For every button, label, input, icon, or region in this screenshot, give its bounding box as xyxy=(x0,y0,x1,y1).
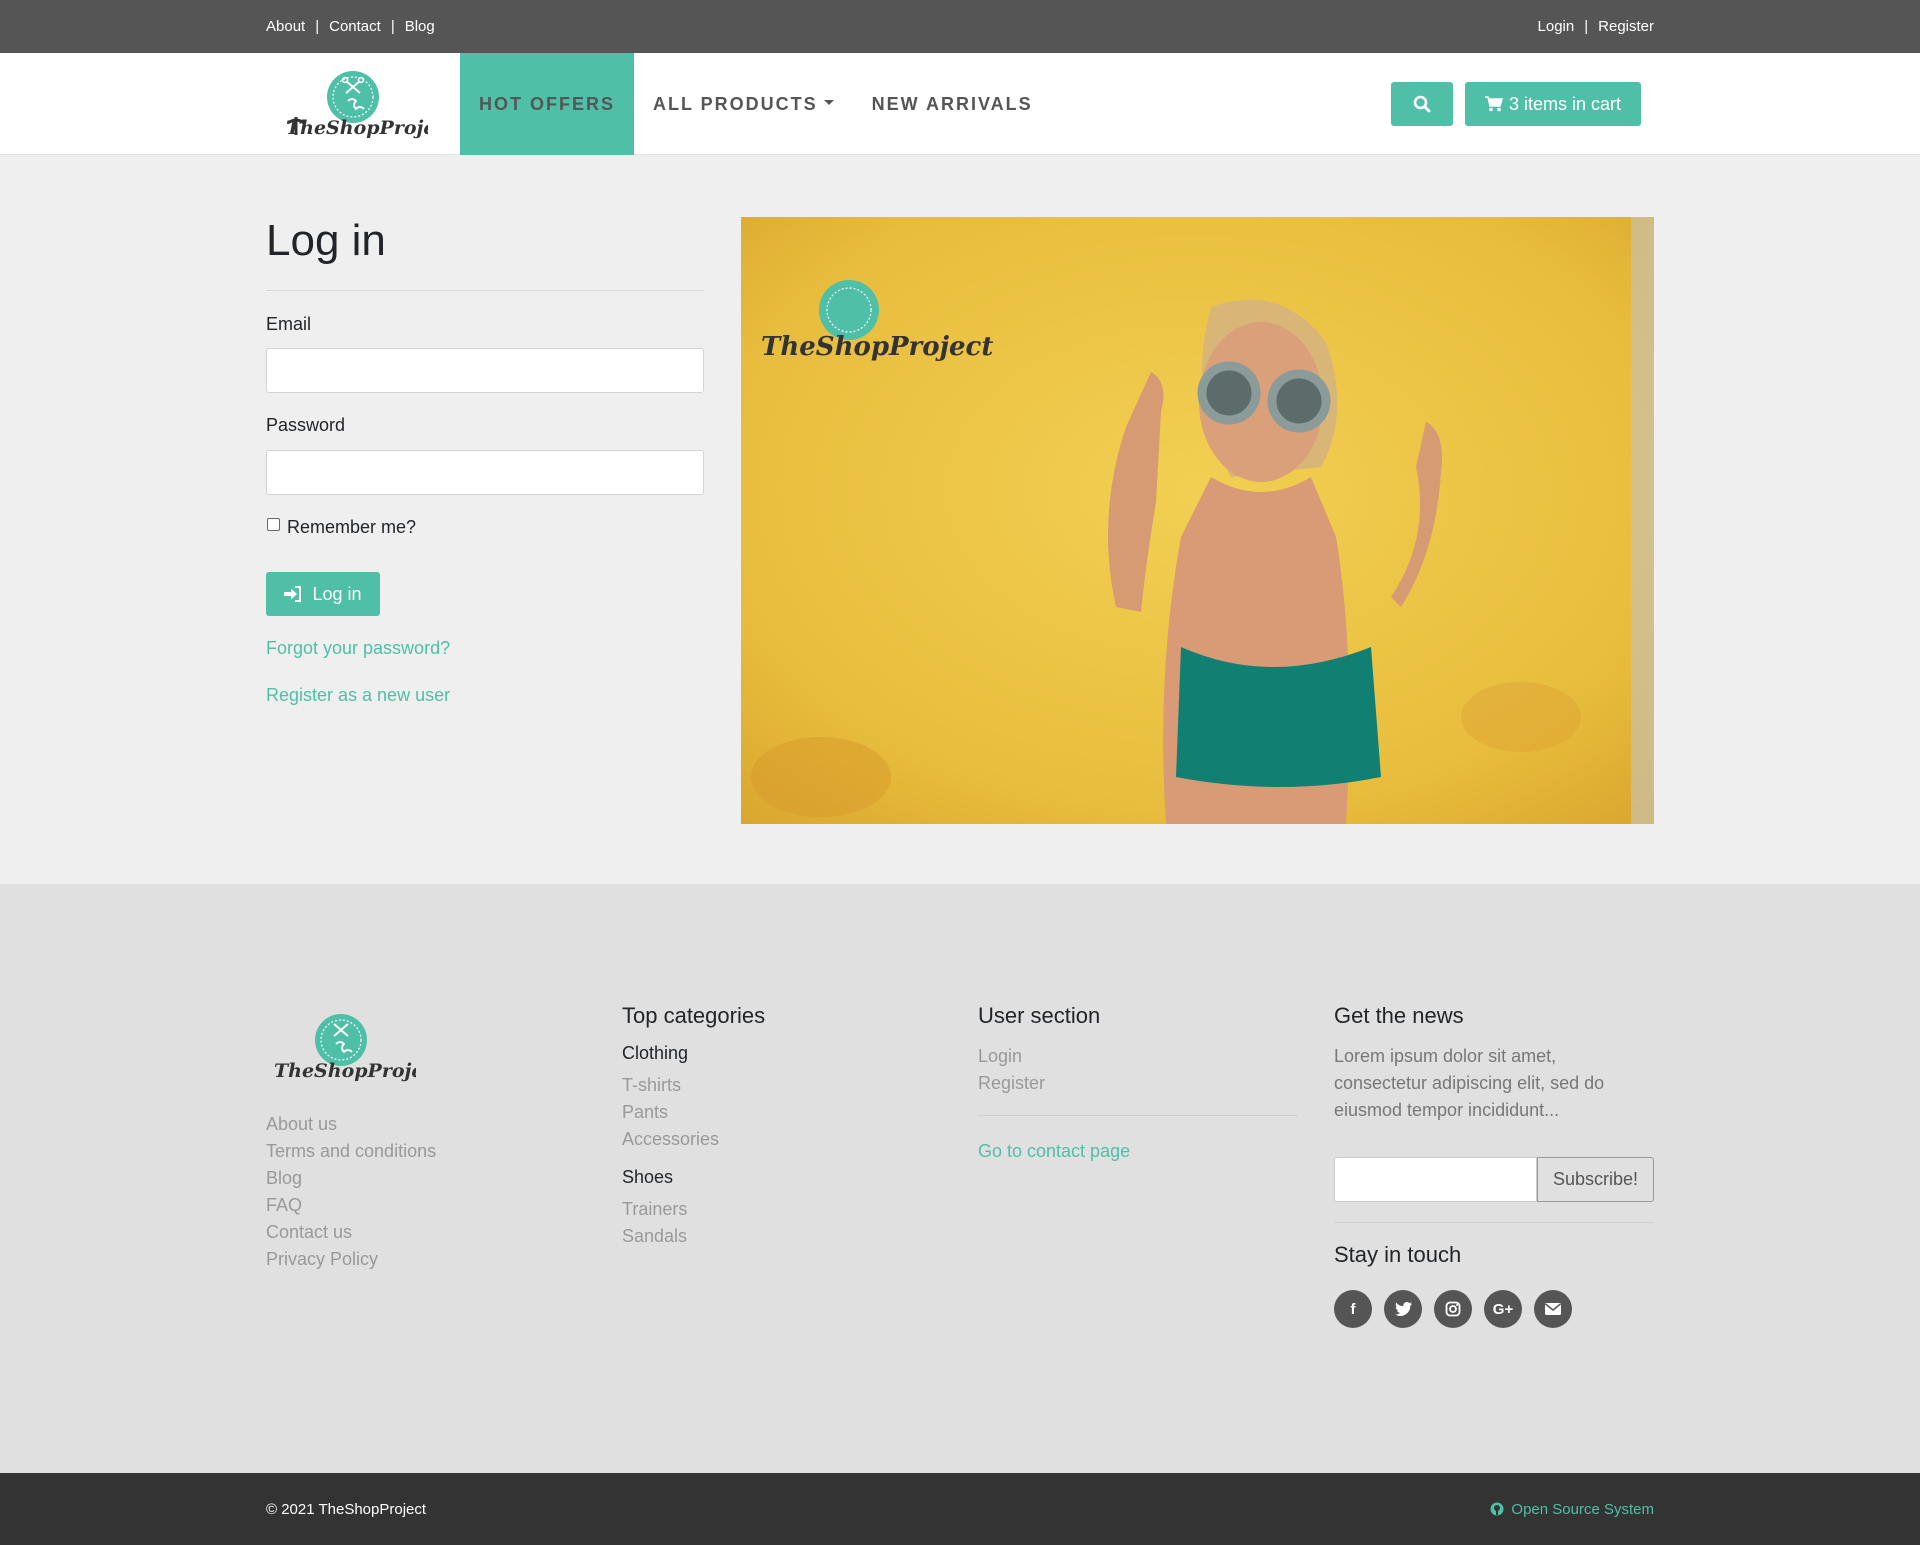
cart-button[interactable]: 3 items in cart xyxy=(1465,82,1641,126)
category-trainers[interactable]: Trainers xyxy=(622,1196,942,1223)
google-plus-icon[interactable]: G+ xyxy=(1484,1290,1522,1328)
instagram-icon[interactable] xyxy=(1434,1290,1472,1328)
footer-link-about-us[interactable]: About us xyxy=(266,1111,436,1138)
remember-me-label[interactable]: Remember me? xyxy=(287,517,416,538)
nav-hot-offers-label: HOT OFFERS xyxy=(479,93,615,114)
hero-image: TheShopProject xyxy=(741,217,1654,824)
envelope-icon[interactable] xyxy=(1534,1290,1572,1328)
social-links: f G+ xyxy=(1334,1290,1572,1328)
footer-logo[interactable]: TheShopProject xyxy=(266,1010,444,1086)
title-divider xyxy=(266,290,704,291)
svg-text:TheShopProject: TheShopProject xyxy=(761,332,993,362)
svg-text:TheShopProject: TheShopProject xyxy=(286,117,428,139)
footer-link-blog[interactable]: Blog xyxy=(266,1165,436,1192)
top-bar: About | Contact | Blog Login | Register xyxy=(0,0,1920,53)
top-link-blog[interactable]: Blog xyxy=(405,18,435,35)
twitter-icon[interactable] xyxy=(1384,1290,1422,1328)
open-source-label: Open Source System xyxy=(1511,1500,1654,1518)
top-link-contact[interactable]: Contact xyxy=(329,18,381,35)
stay-in-touch-heading: Stay in touch xyxy=(1334,1242,1462,1267)
nav-hot-offers[interactable]: HOT OFFERS xyxy=(460,53,634,155)
top-right-links: Login | Register xyxy=(1537,18,1654,35)
nav-all-products[interactable]: ALL PRODUCTS xyxy=(634,53,853,155)
category-accessories[interactable]: Accessories xyxy=(622,1126,942,1153)
email-label: Email xyxy=(266,314,312,334)
search-button[interactable] xyxy=(1391,82,1453,126)
footer-link-contact-us[interactable]: Contact us xyxy=(266,1219,436,1246)
login-submit-button[interactable]: Log in xyxy=(266,572,380,616)
password-field[interactable] xyxy=(266,450,704,495)
footer-news-column: Get the news Lorem ipsum dolor sit amet,… xyxy=(1334,1003,1654,1124)
github-icon xyxy=(1490,1502,1504,1516)
search-icon xyxy=(1413,95,1431,113)
page-title: Log in xyxy=(266,216,386,265)
category-tshirts[interactable]: T-shirts xyxy=(622,1072,942,1099)
footer-user-register[interactable]: Register xyxy=(978,1070,1298,1097)
user-section-divider xyxy=(978,1115,1298,1116)
top-link-about[interactable]: About xyxy=(266,18,305,35)
category-pants[interactable]: Pants xyxy=(622,1099,942,1126)
forgot-password-link[interactable]: Forgot your password? xyxy=(266,638,450,659)
newsletter-email-input[interactable] xyxy=(1334,1157,1537,1202)
sign-in-icon xyxy=(284,586,302,602)
password-label: Password xyxy=(266,415,346,435)
category-clothing[interactable]: Clothing xyxy=(622,1043,942,1064)
news-heading: Get the news xyxy=(1334,1003,1464,1028)
remember-me-checkbox[interactable] xyxy=(267,518,280,531)
svg-text:TheShopProject: TheShopProject xyxy=(274,1060,416,1082)
shopping-cart-icon xyxy=(1484,96,1503,112)
facebook-icon[interactable]: f xyxy=(1334,1290,1372,1328)
top-link-register[interactable]: Register xyxy=(1598,18,1654,35)
nav-new-arrivals-label: NEW ARRIVALS xyxy=(871,93,1033,114)
footer-link-privacy[interactable]: Privacy Policy xyxy=(266,1246,436,1273)
register-link[interactable]: Register as a new user xyxy=(266,685,450,706)
nav-new-arrivals[interactable]: NEW ARRIVALS xyxy=(853,53,1052,155)
brand-logo[interactable]: TheShopProject xyxy=(278,67,428,143)
news-description: Lorem ipsum dolor sit amet, consectetur … xyxy=(1334,1046,1605,1120)
footer-link-terms[interactable]: Terms and conditions xyxy=(266,1138,436,1165)
footer-user-login[interactable]: Login xyxy=(978,1043,1298,1070)
main-navbar: TheShopProject HOT OFFERS ALL PRODUCTS N… xyxy=(0,53,1920,155)
bottom-bar: © 2021 TheShopProject Open Source System xyxy=(0,1473,1920,1545)
footer-link-faq[interactable]: FAQ xyxy=(266,1192,436,1219)
primary-nav: HOT OFFERS ALL PRODUCTS NEW ARRIVALS xyxy=(460,53,1052,155)
footer-user-column: User section Login Register Go to contac… xyxy=(978,1003,1298,1165)
cart-label: 3 items in cart xyxy=(1508,93,1622,114)
news-divider xyxy=(1334,1222,1654,1223)
email-field[interactable] xyxy=(266,348,704,393)
footer-categories-column: Top categories Clothing T-shirts Pants A… xyxy=(622,1003,942,1250)
open-source-link[interactable]: Open Source System xyxy=(1490,1501,1654,1518)
copyright-text: © 2021 TheShopProject xyxy=(266,1500,427,1518)
top-left-links: About | Contact | Blog xyxy=(266,18,435,35)
subscribe-button[interactable]: Subscribe! xyxy=(1537,1157,1654,1202)
nav-all-products-label: ALL PRODUCTS xyxy=(653,93,818,114)
categories-heading: Top categories xyxy=(622,1003,766,1028)
caret-down-icon xyxy=(823,99,834,105)
category-sandals[interactable]: Sandals xyxy=(622,1223,942,1250)
contact-page-link[interactable]: Go to contact page xyxy=(978,1138,1298,1165)
user-section-heading: User section xyxy=(978,1003,1101,1028)
top-link-login[interactable]: Login xyxy=(1538,18,1575,35)
category-shoes[interactable]: Shoes xyxy=(622,1167,942,1188)
login-submit-label: Log in xyxy=(312,583,362,604)
footer-about-column: TheShopProject About us Terms and condit… xyxy=(266,1010,444,1273)
